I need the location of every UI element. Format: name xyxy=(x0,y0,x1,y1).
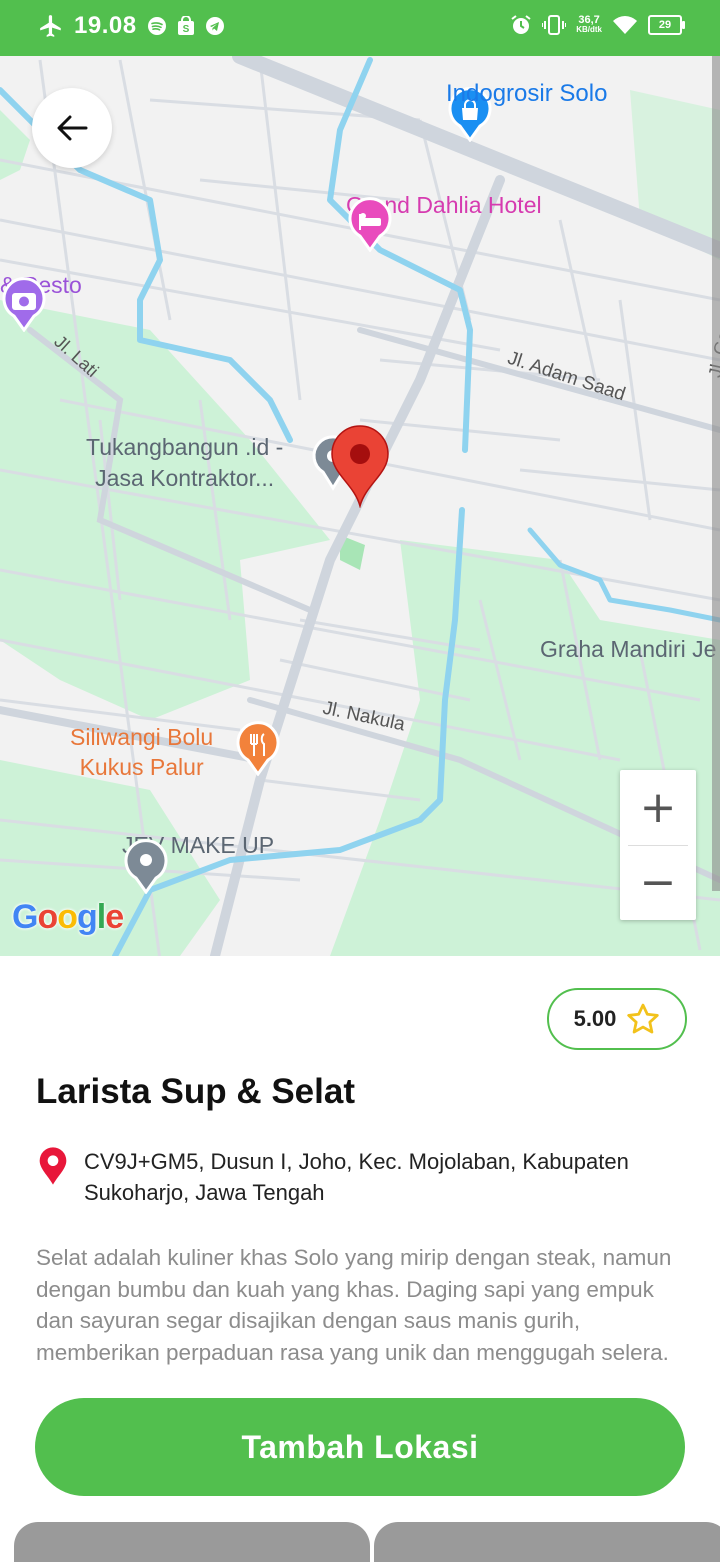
place-description: Selat adalah kuliner khas Solo yang miri… xyxy=(36,1245,672,1365)
status-bar: 19.08 S 36,7 KB/dtk 29 xyxy=(0,0,720,56)
rating-value: 5.00 xyxy=(573,1006,617,1031)
restaurant-pin-icon xyxy=(236,721,280,776)
vibrate-icon xyxy=(542,14,567,36)
battery-indicator: 29 xyxy=(648,15,685,35)
zoom-in-button[interactable]: + xyxy=(620,770,696,845)
map-scrollbar xyxy=(712,56,720,891)
place-label-tukangbangun-line1: Tukangbangun .id - xyxy=(86,434,284,460)
star-icon xyxy=(627,1003,660,1034)
zoom-out-button[interactable]: − xyxy=(620,845,696,920)
photo-thumbnail[interactable] xyxy=(14,1522,370,1562)
photo-thumbnail[interactable] xyxy=(374,1522,720,1562)
place-label-indogrosir: Indogrosir Solo xyxy=(446,80,608,107)
airplane-mode-icon xyxy=(38,13,64,39)
place-label-graha-mandiri[interactable]: Graha Mandiri Je xyxy=(540,636,716,663)
svg-text:S: S xyxy=(182,24,189,35)
place-pin-grand-dahlia[interactable]: Grand Dahlia Hotel xyxy=(346,192,542,252)
alarm-icon xyxy=(510,14,532,36)
place-label-siliwangi-line2: Kukus Palur xyxy=(79,754,204,780)
arrow-left-icon xyxy=(57,115,88,141)
place-address: CV9J+GM5, Dusun I, Joho, Kec. Mojolaban,… xyxy=(36,1146,686,1208)
shopping-bag-icon: S xyxy=(177,16,195,36)
place-label-tukangbangun-line2: Jasa Kontraktor... xyxy=(95,465,275,491)
rating-badge: 5.00 xyxy=(547,988,687,1050)
place-pin-tukangbangun[interactable]: Tukangbangun .id - Jasa Kontraktor... xyxy=(86,432,283,494)
place-pin-siliwangi[interactable]: Siliwangi Bolu Kukus Palur xyxy=(70,722,213,782)
spotify-icon xyxy=(147,16,167,36)
place-pin-jev[interactable]: JEV MAKE UP xyxy=(122,832,274,894)
place-pin-indogrosir[interactable]: Indogrosir Solo xyxy=(446,80,607,142)
map-view[interactable]: Indogrosir Solo Grand Dahlia Hotel & Res… xyxy=(0,56,720,956)
zoom-divider xyxy=(628,845,688,846)
selected-location-marker-icon xyxy=(331,425,389,508)
generic-pin-icon xyxy=(124,839,168,894)
telegram-icon xyxy=(205,16,225,36)
network-speed: 36,7 KB/dtk xyxy=(576,14,602,35)
google-logo: Google xyxy=(12,898,124,936)
address-text: CV9J+GM5, Dusun I, Joho, Kec. Mojolaban,… xyxy=(84,1149,629,1205)
place-pin-resto[interactable]: & Resto xyxy=(0,272,82,332)
place-title: Larista Sup & Selat xyxy=(36,1072,355,1111)
zoom-controls: + − xyxy=(620,770,696,920)
hotel-pin-icon xyxy=(348,197,392,252)
back-button[interactable] xyxy=(32,88,112,168)
wifi-icon xyxy=(612,14,638,36)
camera-pin-icon xyxy=(2,277,46,332)
clock: 19.08 xyxy=(74,12,137,39)
location-pin-icon xyxy=(39,1147,67,1185)
place-label-siliwangi-line1: Siliwangi Bolu xyxy=(70,724,214,750)
add-location-button[interactable]: Tambah Lokasi xyxy=(35,1398,685,1496)
